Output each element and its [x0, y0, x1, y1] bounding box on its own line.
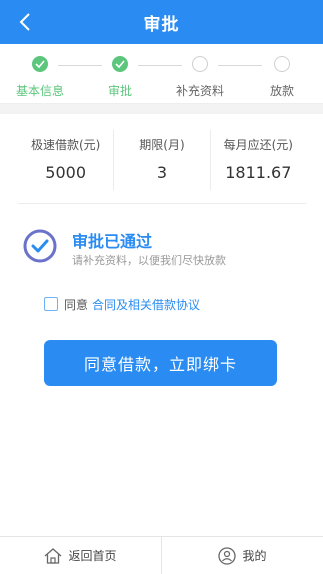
stat-value: 5000: [45, 163, 87, 182]
approved-check-icon: [23, 229, 57, 263]
stat-label: 极速借款(元): [30, 138, 101, 152]
page-title: 审批: [143, 14, 180, 35]
top-bar: 审批: [0, 0, 323, 44]
tab-label: 我的: [242, 549, 267, 563]
stat-label: 期限(月): [139, 138, 185, 152]
step-supplement: 补充资料: [165, 56, 235, 99]
result-title: 审批已通过: [72, 232, 153, 251]
check-icon: [112, 56, 128, 72]
empty-circle-icon: [274, 56, 290, 72]
step-label: 放款: [269, 84, 294, 98]
check-icon: [32, 56, 48, 72]
stat-monthly: 每月应还(元) 1811.67: [209, 130, 306, 190]
stat-term: 期限(月) 3: [113, 130, 209, 190]
divider: [18, 203, 306, 204]
bottom-tab-bar: 返回首页 我的: [0, 536, 323, 574]
step-label: 审批: [107, 84, 132, 98]
step-label: 基本信息: [15, 84, 64, 98]
agreement-row: 同意 合同及相关借款协议: [44, 294, 200, 314]
agreement-link[interactable]: 合同及相关借款协议: [92, 296, 200, 313]
back-button[interactable]: [10, 0, 40, 44]
tab-mine[interactable]: 我的: [161, 537, 323, 574]
stat-value: 3: [156, 163, 168, 182]
stat-amount: 极速借款(元) 5000: [18, 130, 113, 190]
user-icon: [218, 546, 237, 565]
result-subtitle: 请补充资料，以便我们尽快放款: [72, 254, 226, 267]
step-approval: 审批: [85, 56, 155, 99]
agreement-checkbox[interactable]: [44, 297, 58, 311]
home-icon: [45, 547, 62, 564]
step-basic-info: 基本信息: [5, 56, 75, 99]
tab-label: 返回首页: [68, 549, 117, 563]
tab-home[interactable]: 返回首页: [0, 537, 161, 574]
progress-steps: 基本信息 审批 补充资料 放款: [0, 44, 323, 104]
empty-circle-icon: [192, 56, 208, 72]
step-label: 补充资料: [175, 84, 224, 98]
stat-label: 每月应还(元): [223, 138, 293, 152]
stat-value: 1811.67: [225, 163, 292, 182]
step-loan: 放款: [247, 56, 317, 99]
section-divider: [0, 104, 323, 114]
agreement-prefix: 同意: [64, 297, 89, 312]
approval-result: 审批已通过 请补充资料，以便我们尽快放款: [22, 226, 302, 276]
back-arrow-icon: [19, 13, 30, 31]
agree-bind-card-button[interactable]: 同意借款，立即绑卡: [44, 340, 277, 386]
loan-summary: 极速借款(元) 5000 期限(月) 3 每月应还(元) 1811.67: [18, 130, 306, 190]
